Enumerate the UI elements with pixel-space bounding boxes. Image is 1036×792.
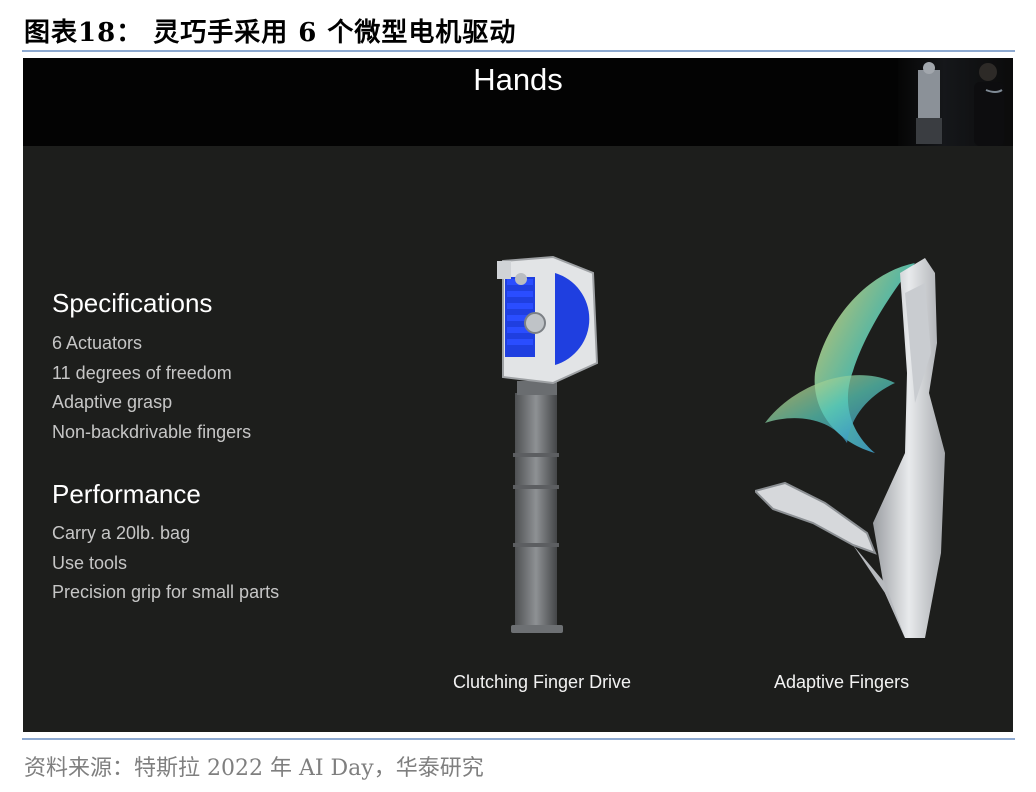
top-divider bbox=[22, 50, 1015, 52]
slide-title: Hands bbox=[473, 62, 563, 97]
spec-item-grasp: Adaptive grasp bbox=[52, 392, 173, 412]
adaptive-fingers-illustration bbox=[755, 258, 945, 638]
finger-drive-illustration bbox=[497, 255, 599, 633]
bottom-divider bbox=[22, 738, 1015, 740]
caption-finger-drive: Clutching Finger Drive bbox=[453, 672, 632, 692]
slide-image: Hands Specifications 6 Actuators 11 degr… bbox=[23, 58, 1013, 732]
spec-item-actuators: 6 Actuators bbox=[52, 333, 143, 353]
source-note: 资料来源：特斯拉 2022 年 AI Day，华泰研究 bbox=[24, 756, 484, 781]
spec-item-nonbackdrivable: Non-backdrivable fingers bbox=[52, 422, 252, 442]
specifications-heading: Specifications bbox=[52, 288, 213, 318]
caption-adaptive-fingers: Adaptive Fingers bbox=[774, 672, 910, 692]
perf-item-precision: Precision grip for small parts bbox=[52, 582, 280, 602]
performance-heading: Performance bbox=[52, 479, 201, 509]
figure-title: 图表18： 灵巧手采用 6 个微型电机驱动 bbox=[24, 18, 517, 48]
perf-item-carry: Carry a 20lb. bag bbox=[52, 523, 191, 543]
perf-item-tools: Use tools bbox=[52, 553, 128, 573]
spec-item-dof: 11 degrees of freedom bbox=[52, 363, 232, 383]
